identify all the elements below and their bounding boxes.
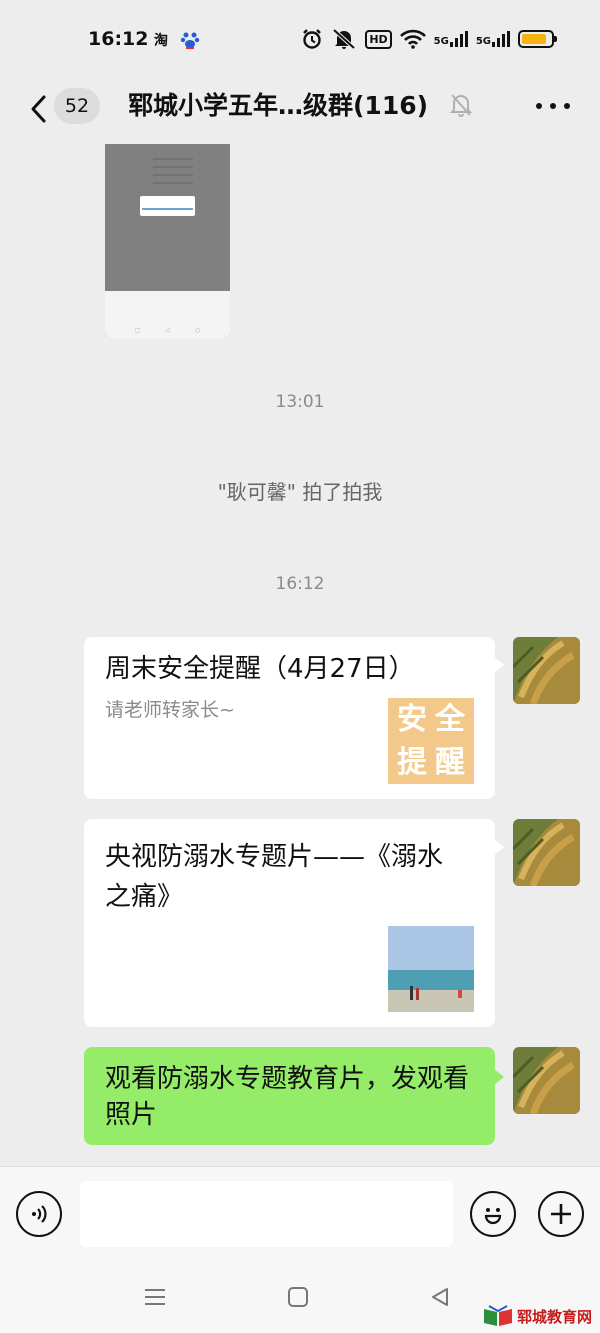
link-card-safety[interactable]: 周末安全提醒（4月27日） 请老师转家长~ 安 全 提 醒 — [84, 637, 504, 799]
pat-system-message: "耿可馨" 拍了拍我 — [217, 480, 383, 504]
alarm-icon — [301, 27, 323, 51]
avatar[interactable] — [513, 637, 580, 704]
mute-status-icon — [331, 27, 357, 51]
sent-text-message[interactable]: 观看防溺水专题教育片，发观看照片 — [84, 1047, 504, 1145]
more-options-button[interactable] — [536, 94, 570, 118]
battery-level — [522, 34, 546, 44]
muted-bell-icon — [449, 92, 473, 122]
status-icons: HD 5G 5G — [301, 27, 557, 51]
baidu-icon — [180, 30, 200, 54]
voice-input-button[interactable] — [16, 1191, 62, 1237]
voice-icon — [32, 1205, 47, 1223]
status-bar: 16:12 淘 HD 5G 5G — [0, 0, 600, 80]
link-title: 周末安全提醒（4月27日） — [105, 654, 415, 684]
book-logo-icon — [483, 1305, 512, 1326]
message-text: 观看防溺水专题教育片，发观看照片 — [105, 1064, 470, 1130]
chat-screen: 16:12 淘 HD 5G 5G 52 郓城小学五年…级群(116) ▢ ◁ ○… — [0, 0, 600, 1333]
battery-icon — [518, 30, 557, 48]
link-card-drowning-video[interactable]: 央视防溺水专题片——《溺水 之痛》 — [84, 819, 504, 1027]
timestamp: 16:12 — [275, 574, 325, 594]
chat-title: 郓城小学五年…级群(116) — [128, 91, 429, 120]
link-title-line-2: 之痛》 — [105, 882, 184, 912]
chevron-left-icon — [31, 95, 46, 123]
status-time: 16:12 — [88, 28, 149, 50]
back-triangle-icon[interactable] — [425, 1283, 455, 1311]
site-watermark: 郓城教育网 — [483, 1305, 592, 1327]
chat-input-bar — [0, 1166, 600, 1261]
screenshot-image-message[interactable]: ▢ ◁ ○ — [105, 144, 230, 339]
beach-video-thumbnail — [388, 926, 474, 1012]
signal-icon-2: 5G — [476, 31, 510, 47]
more-functions-button[interactable] — [538, 1191, 584, 1237]
plus-icon — [551, 1204, 571, 1224]
smiley-icon — [484, 1208, 502, 1225]
message-input[interactable] — [80, 1181, 453, 1247]
menu-icon[interactable] — [140, 1283, 170, 1311]
home-square-icon[interactable] — [283, 1283, 313, 1311]
avatar[interactable] — [513, 1047, 580, 1114]
link-description: 请老师转家长~ — [105, 699, 235, 721]
timestamp: 13:01 — [275, 392, 325, 412]
link-title-line-1: 央视防溺水专题片——《溺水 — [105, 842, 444, 872]
taobao-icon: 淘 — [154, 33, 168, 49]
avatar[interactable] — [513, 819, 580, 886]
chat-header: 52 郓城小学五年…级群(116) — [0, 80, 600, 144]
safety-reminder-thumbnail: 安 全 提 醒 — [388, 698, 474, 784]
hd-icon: HD — [365, 27, 392, 51]
signal-icon-1: 5G — [434, 31, 468, 47]
emoji-button[interactable] — [470, 1191, 516, 1237]
wifi-icon — [399, 27, 426, 51]
unread-count-badge[interactable]: 52 — [54, 88, 100, 124]
back-button[interactable] — [22, 86, 54, 132]
